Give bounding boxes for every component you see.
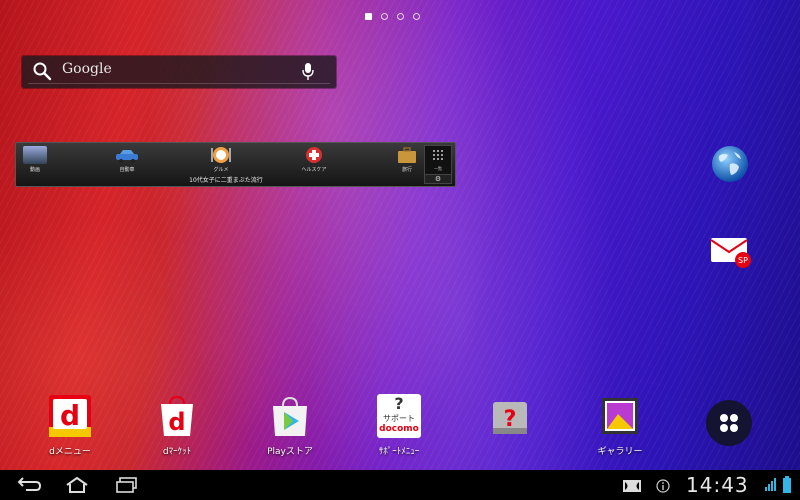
- page-dot[interactable]: [381, 13, 388, 20]
- app-label: ｻﾎﾟｰﾄﾒﾆｭｰ: [378, 447, 420, 457]
- page-dot[interactable]: [413, 13, 420, 20]
- app-label: dﾏｰｹｯﾄ: [162, 447, 192, 457]
- recent-apps-button[interactable]: [114, 476, 140, 498]
- svg-text:d: d: [168, 408, 185, 436]
- support-menu-icon: ? サポート docomo: [377, 394, 421, 438]
- google-search-widget[interactable]: Google: [22, 56, 336, 88]
- app-gallery[interactable]: ギャラリー: [580, 394, 660, 457]
- recent-apps-icon: [116, 477, 137, 493]
- all-apps-button[interactable]: [706, 400, 752, 446]
- dmenu-icon: d: [48, 394, 92, 438]
- back-icon: [17, 477, 42, 491]
- mail-shortcut[interactable]: SP: [709, 234, 753, 274]
- home-button[interactable]: [64, 476, 90, 498]
- widget-settings-button[interactable]: ⚙: [424, 174, 452, 184]
- apps-icon: [720, 414, 738, 432]
- app-support-menu[interactable]: ? サポート docomo ｻﾎﾟｰﾄﾒﾆｭｰ: [359, 394, 439, 457]
- widget-list-button[interactable]: 一覧: [424, 145, 452, 175]
- app-label: ギャラリー: [597, 447, 643, 457]
- system-navigation-bar: 14:43: [0, 470, 800, 500]
- widget-item-healthcare[interactable]: ヘルスケア: [299, 146, 329, 173]
- svg-text:d: d: [60, 399, 80, 432]
- gourmet-icon: [209, 146, 233, 164]
- page-dot[interactable]: [397, 13, 404, 20]
- grid-icon: [433, 150, 443, 160]
- video-icon: [23, 146, 47, 164]
- app-dmarket[interactable]: d dﾏｰｹｯﾄ: [137, 394, 217, 457]
- widget-item-label: 旅行: [401, 167, 412, 173]
- info-icon[interactable]: [656, 478, 670, 497]
- battery-icon: [782, 476, 792, 498]
- clock[interactable]: 14:43: [686, 473, 749, 497]
- car-icon: [115, 146, 139, 164]
- widget-item-video[interactable]: 動画: [20, 146, 50, 173]
- dolby-icon[interactable]: [622, 478, 642, 497]
- globe-icon: [712, 146, 748, 182]
- docomo-wifi-icon: ?: [488, 394, 532, 438]
- app-label: dメニュー: [49, 447, 91, 457]
- widget-item-label: 自動車: [119, 167, 135, 173]
- page-indicator: [365, 13, 420, 20]
- widget-item-travel[interactable]: 旅行: [392, 146, 422, 173]
- gallery-icon: [598, 394, 642, 438]
- widget-item-car[interactable]: 自動車: [112, 146, 142, 173]
- widget-item-label: グルメ: [213, 167, 229, 173]
- search-icon: [32, 61, 52, 85]
- mail-icon: SP: [710, 238, 751, 268]
- home-icon: [66, 476, 88, 493]
- page-dot[interactable]: [365, 13, 372, 20]
- browser-shortcut[interactable]: [710, 144, 750, 188]
- search-label: Google: [62, 61, 112, 77]
- healthcare-icon: [302, 146, 326, 164]
- support-icon-text: サポート: [383, 414, 415, 423]
- widget-item-gourmet[interactable]: グルメ: [206, 146, 236, 173]
- docomo-logo-text: docomo: [379, 424, 419, 434]
- app-play-store[interactable]: Playストア: [250, 394, 330, 457]
- gear-icon: ⚙: [434, 175, 442, 183]
- play-store-icon: [268, 394, 312, 438]
- widget-item-label: 動画: [29, 167, 40, 173]
- app-dmenu[interactable]: d dメニュー: [30, 394, 110, 457]
- svg-text:SP: SP: [738, 256, 748, 265]
- signal-icon: [764, 476, 780, 496]
- app-docomo-wifi[interactable]: ?: [470, 394, 550, 444]
- widget-list-label: 一覧: [434, 166, 442, 171]
- dmarket-icon: d: [155, 394, 199, 438]
- news-widget[interactable]: 動画 自動車 グルメ ヘルスケア 旅行 10代女子に二重まぶた流行 一覧 ⚙: [15, 142, 456, 187]
- back-button[interactable]: [14, 476, 42, 498]
- suitcase-icon: [395, 146, 419, 164]
- app-label: Playストア: [267, 447, 313, 457]
- widget-headline[interactable]: 10代女子に二重まぶた流行: [16, 175, 436, 184]
- widget-item-label: ヘルスケア: [301, 167, 327, 173]
